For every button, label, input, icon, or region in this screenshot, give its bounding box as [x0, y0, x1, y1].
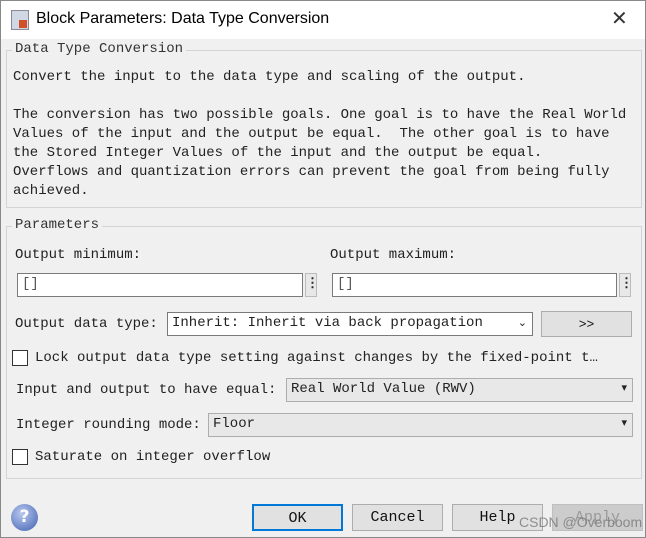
- parameters-legend: Parameters: [12, 217, 103, 233]
- output-maximum-label: Output maximum:: [330, 247, 457, 263]
- input-output-equal-value: Real World Value (RWV): [291, 381, 476, 397]
- window-title: Block Parameters: Data Type Conversion: [36, 10, 330, 27]
- output-minimum-menu-button[interactable]: ⋮: [305, 273, 319, 297]
- watermark: CSDN @Overboom: [519, 514, 643, 530]
- simulink-block-icon: [11, 10, 29, 30]
- caret-down-icon: ▾: [621, 416, 627, 429]
- ok-button[interactable]: OK: [252, 504, 343, 531]
- output-maximum-input[interactable]: []: [332, 273, 617, 297]
- rounding-mode-label: Integer rounding mode:: [16, 417, 201, 433]
- cancel-button[interactable]: Cancel: [352, 504, 443, 531]
- output-data-type-value: Inherit: Inherit via back propagation: [172, 315, 483, 331]
- output-minimum-label: Output minimum:: [15, 247, 142, 263]
- saturate-label: Saturate on integer overflow: [35, 449, 271, 465]
- close-icon[interactable]: ✕: [611, 6, 628, 30]
- saturate-checkbox[interactable]: [12, 449, 28, 465]
- help-icon[interactable]: ?: [11, 504, 38, 531]
- caret-down-icon: ▾: [621, 381, 627, 394]
- input-output-equal-select[interactable]: Real World Value (RWV) ▾: [286, 378, 633, 402]
- output-data-type-label: Output data type:: [15, 316, 158, 332]
- lock-output-checkbox[interactable]: [12, 350, 28, 366]
- output-minimum-input[interactable]: []: [17, 273, 303, 297]
- description-legend: Data Type Conversion: [12, 41, 187, 57]
- output-data-type-select[interactable]: Inherit: Inherit via back propagation ⌄: [167, 312, 533, 336]
- rounding-mode-value: Floor: [213, 416, 256, 432]
- lock-output-label: Lock output data type setting against ch…: [35, 350, 598, 366]
- data-type-assistant-button[interactable]: >>: [541, 311, 632, 337]
- rounding-mode-select[interactable]: Floor ▾: [208, 413, 633, 437]
- output-maximum-menu-button[interactable]: ⋮: [619, 273, 633, 297]
- input-output-equal-label: Input and output to have equal:: [16, 382, 277, 398]
- chevron-down-icon: ⌄: [517, 316, 527, 329]
- description-text: Convert the input to the data type and s…: [13, 69, 627, 199]
